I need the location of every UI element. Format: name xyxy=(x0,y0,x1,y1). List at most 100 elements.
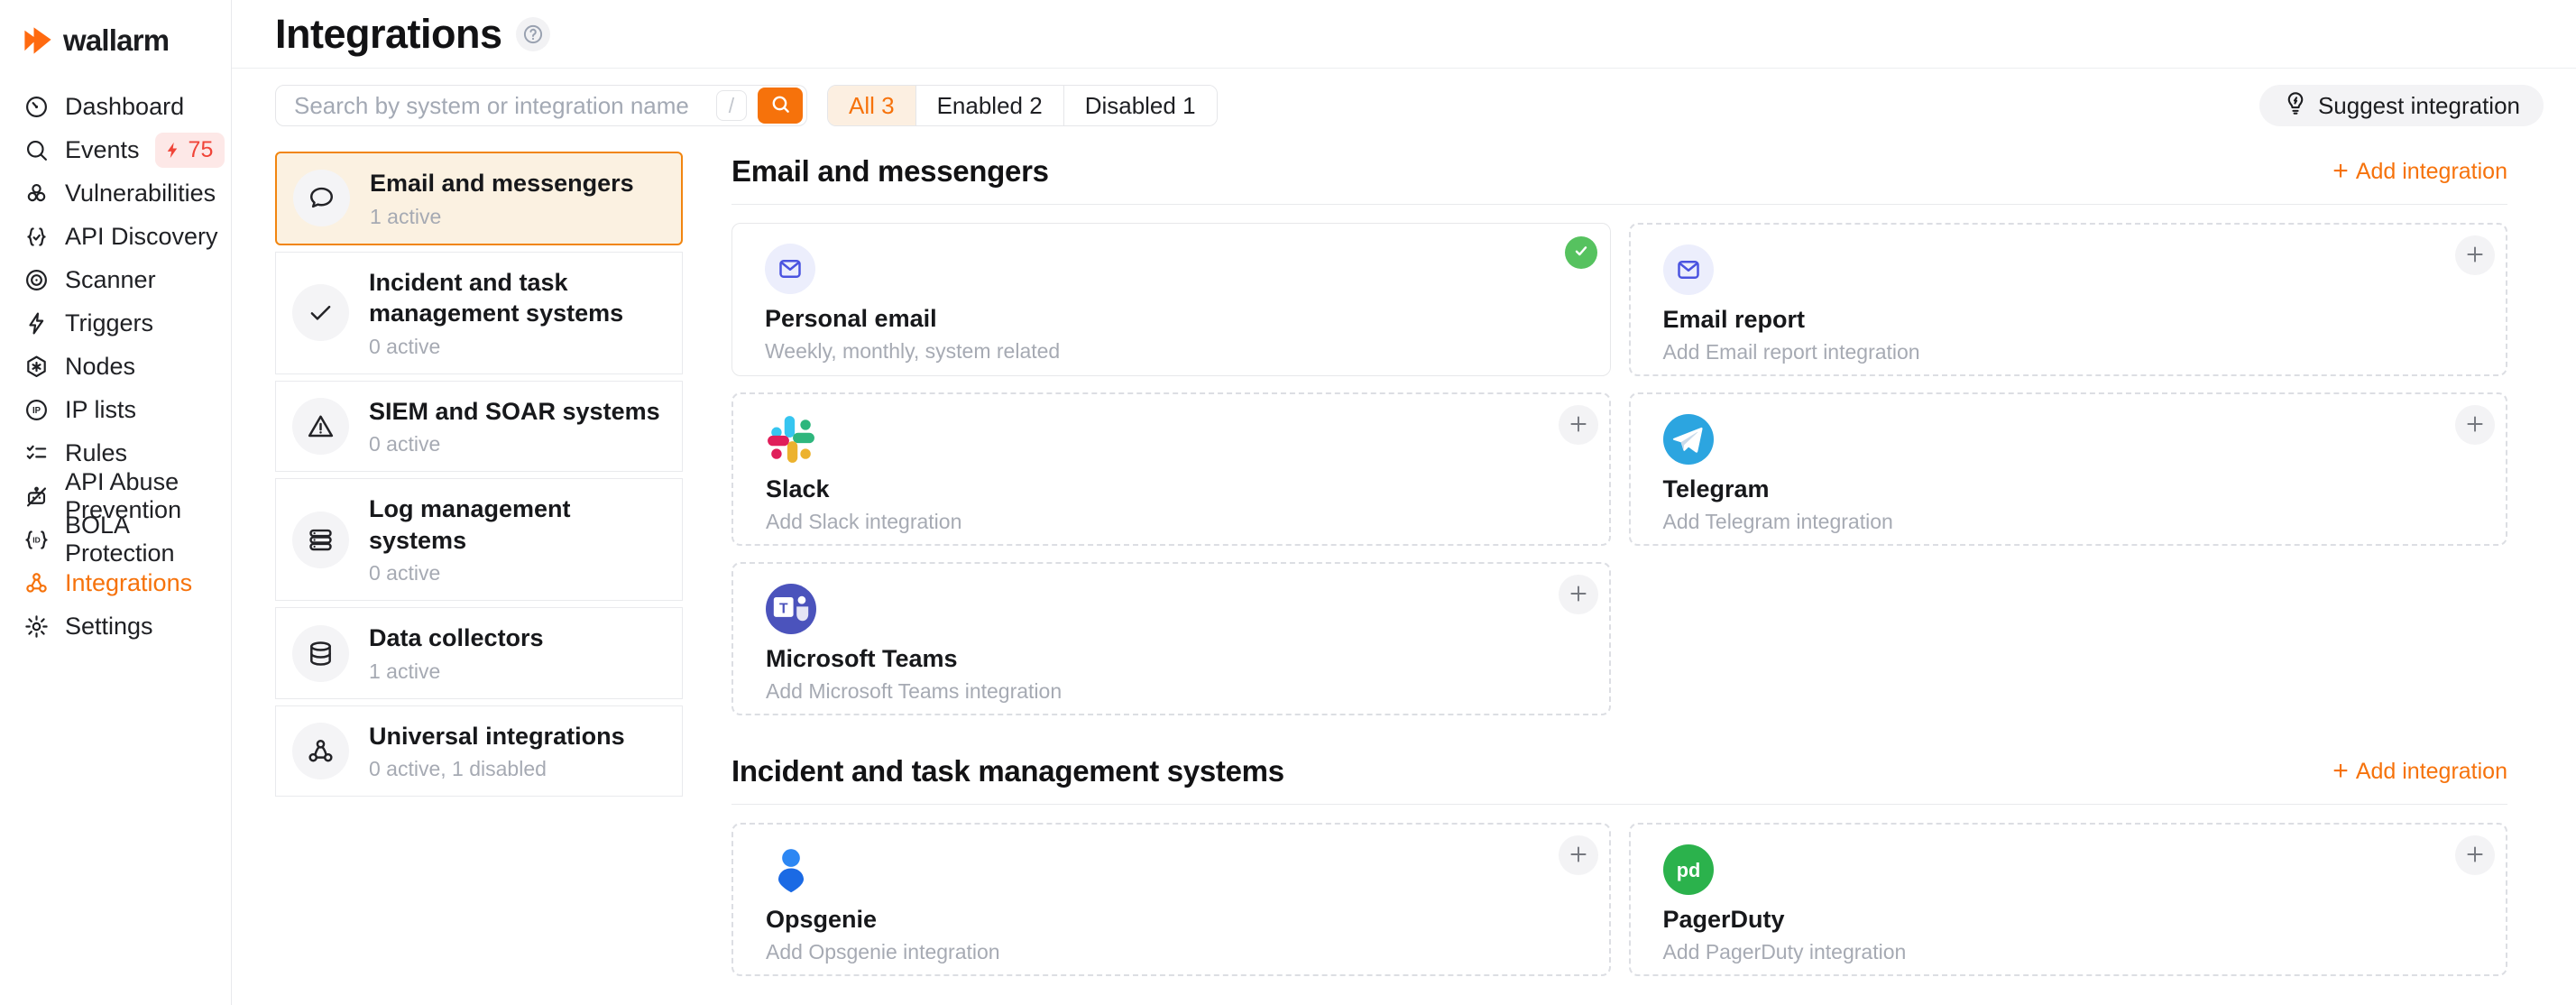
integration-card-email-report[interactable]: Email report Add Email report integratio… xyxy=(1629,223,2508,376)
add-integration-link[interactable]: + Add integration xyxy=(2332,158,2507,185)
category-status: 0 active, 1 disabled xyxy=(369,757,625,781)
pagerduty-icon: pd xyxy=(1663,844,1714,895)
scanner-icon xyxy=(23,267,50,293)
section-divider xyxy=(731,804,2507,805)
search-icon xyxy=(769,93,792,118)
category-item-incident-and-task-management-systems[interactable]: Incident and task management systems 0 a… xyxy=(275,252,683,374)
database-icon xyxy=(292,625,349,682)
lightbulb-icon xyxy=(2283,90,2308,122)
integration-card-pagerduty[interactable]: pd PagerDuty Add PagerDuty integration xyxy=(1629,823,2508,976)
filter-tab-disabled-1[interactable]: Disabled 1 xyxy=(1063,86,1217,125)
card-description: Add Microsoft Teams integration xyxy=(766,679,1577,704)
slack-icon xyxy=(766,414,816,465)
warning-icon xyxy=(292,398,349,455)
plus-icon: + xyxy=(2332,758,2349,785)
category-item-log-management-systems[interactable]: Log management systems 0 active xyxy=(275,478,683,601)
plus-icon: + xyxy=(2332,158,2349,185)
add-card-button[interactable] xyxy=(1559,575,1598,614)
slash-shortcut-key: / xyxy=(716,90,747,121)
page-header: Integrations xyxy=(232,0,2576,69)
content: Email and messengers 1 active Incident a… xyxy=(232,126,2576,1005)
bola-icon: ID xyxy=(23,527,50,553)
sidebar-item-api-discovery[interactable]: API Discovery xyxy=(0,215,231,258)
section-divider xyxy=(731,204,2507,205)
sidebar-item-vulnerabilities[interactable]: Vulnerabilities xyxy=(0,171,231,215)
card-description: Add PagerDuty integration xyxy=(1663,940,2474,964)
category-item-siem-and-soar-systems[interactable]: SIEM and SOAR systems 0 active xyxy=(275,381,683,473)
check-icon xyxy=(1571,241,1591,265)
search-input[interactable] xyxy=(292,91,705,121)
category-status: 0 active xyxy=(369,561,666,585)
card-title: Slack xyxy=(766,475,1577,503)
events-count-badge: 75 xyxy=(155,133,225,168)
teams-icon: T xyxy=(766,584,816,634)
add-card-button[interactable] xyxy=(2455,405,2495,445)
card-title: Email report xyxy=(1663,306,2474,334)
events-icon xyxy=(23,137,50,163)
api-abuse-icon xyxy=(23,484,50,510)
dashboard-icon xyxy=(23,94,50,120)
cards-grid: Opsgenie Add Opsgenie integration pd Pag… xyxy=(731,823,2507,976)
category-item-universal-integrations[interactable]: Universal integrations 0 active, 1 disab… xyxy=(275,705,683,798)
integration-card-personal-email[interactable]: Personal email Weekly, monthly, system r… xyxy=(731,223,1611,376)
wallarm-logo-icon xyxy=(22,24,54,57)
add-card-button[interactable] xyxy=(1559,835,1598,875)
search-button[interactable] xyxy=(758,88,803,124)
email-icon xyxy=(765,244,815,294)
brand-logo[interactable]: wallarm xyxy=(0,11,231,85)
sidebar-item-settings[interactable]: Settings xyxy=(0,604,231,648)
integration-card-opsgenie[interactable]: Opsgenie Add Opsgenie integration xyxy=(731,823,1611,976)
active-check-badge xyxy=(1565,236,1597,269)
plus-icon xyxy=(1567,843,1590,869)
app-root: wallarm Dashboard Events 75 Vulnerabilit… xyxy=(0,0,2576,1005)
card-title: PagerDuty xyxy=(1663,906,2474,934)
card-description: Add Slack integration xyxy=(766,510,1577,534)
category-status: 0 active xyxy=(369,335,666,359)
svg-text:T: T xyxy=(779,602,788,617)
check-icon xyxy=(292,284,349,341)
suggest-integration-button[interactable]: Suggest integration xyxy=(2259,85,2544,126)
section-title: Incident and task management systems xyxy=(731,754,1284,788)
filter-tab-all-3[interactable]: All 3 xyxy=(828,86,915,125)
sidebar-item-events[interactable]: Events 75 xyxy=(0,128,231,171)
integration-card-telegram[interactable]: Telegram Add Telegram integration xyxy=(1629,392,2508,546)
help-icon[interactable] xyxy=(516,17,550,51)
plus-icon xyxy=(1567,582,1590,608)
sidebar-item-scanner[interactable]: Scanner xyxy=(0,258,231,301)
integration-card-slack[interactable]: Slack Add Slack integration xyxy=(731,392,1611,546)
add-integration-link[interactable]: + Add integration xyxy=(2332,758,2507,785)
category-item-email-and-messengers[interactable]: Email and messengers 1 active xyxy=(275,152,683,245)
sidebar-item-ip-lists[interactable]: IP IP lists xyxy=(0,388,231,431)
filter-tab-enabled-2[interactable]: Enabled 2 xyxy=(915,86,1063,125)
plus-icon xyxy=(2463,412,2487,438)
category-item-data-collectors[interactable]: Data collectors 1 active xyxy=(275,607,683,699)
add-card-button[interactable] xyxy=(1559,405,1598,445)
section-incident-and-task-management-systems: Incident and task management systems + A… xyxy=(731,751,2507,976)
add-integration-label: Add integration xyxy=(2356,759,2507,785)
sidebar-item-integrations[interactable]: Integrations xyxy=(0,561,231,604)
card-description: Add Opsgenie integration xyxy=(766,940,1577,964)
sidebar-item-nodes[interactable]: Nodes xyxy=(0,345,231,388)
telegram-icon xyxy=(1663,414,1714,465)
integration-card-microsoft-teams[interactable]: T Microsoft Teams Add Microsoft Teams in… xyxy=(731,562,1611,715)
category-status: 0 active xyxy=(369,432,660,456)
add-card-button[interactable] xyxy=(2455,835,2495,875)
events-count: 75 xyxy=(189,137,214,163)
card-title: Telegram xyxy=(1663,475,2474,503)
sidebar-item-triggers[interactable]: Triggers xyxy=(0,301,231,345)
sidebar-item-dashboard[interactable]: Dashboard xyxy=(0,85,231,128)
section-title: Email and messengers xyxy=(731,154,1049,189)
nodes-icon xyxy=(23,354,50,380)
add-card-button[interactable] xyxy=(2455,235,2495,275)
search-box: / xyxy=(275,85,807,126)
category-status: 1 active xyxy=(370,205,634,229)
plus-icon xyxy=(2463,843,2487,869)
sidebar-item-bola-protection[interactable]: ID BOLA Protection xyxy=(0,518,231,561)
toolbar: / All 3Enabled 2Disabled 1 Suggest integ… xyxy=(275,85,2544,126)
card-title: Opsgenie xyxy=(766,906,1577,934)
category-list: Email and messengers 1 active Incident a… xyxy=(275,152,683,1005)
opsgenie-icon xyxy=(766,844,816,895)
ip-lists-icon: IP xyxy=(23,397,50,423)
svg-text:IP: IP xyxy=(32,406,41,416)
card-title: Personal email xyxy=(765,305,1578,333)
